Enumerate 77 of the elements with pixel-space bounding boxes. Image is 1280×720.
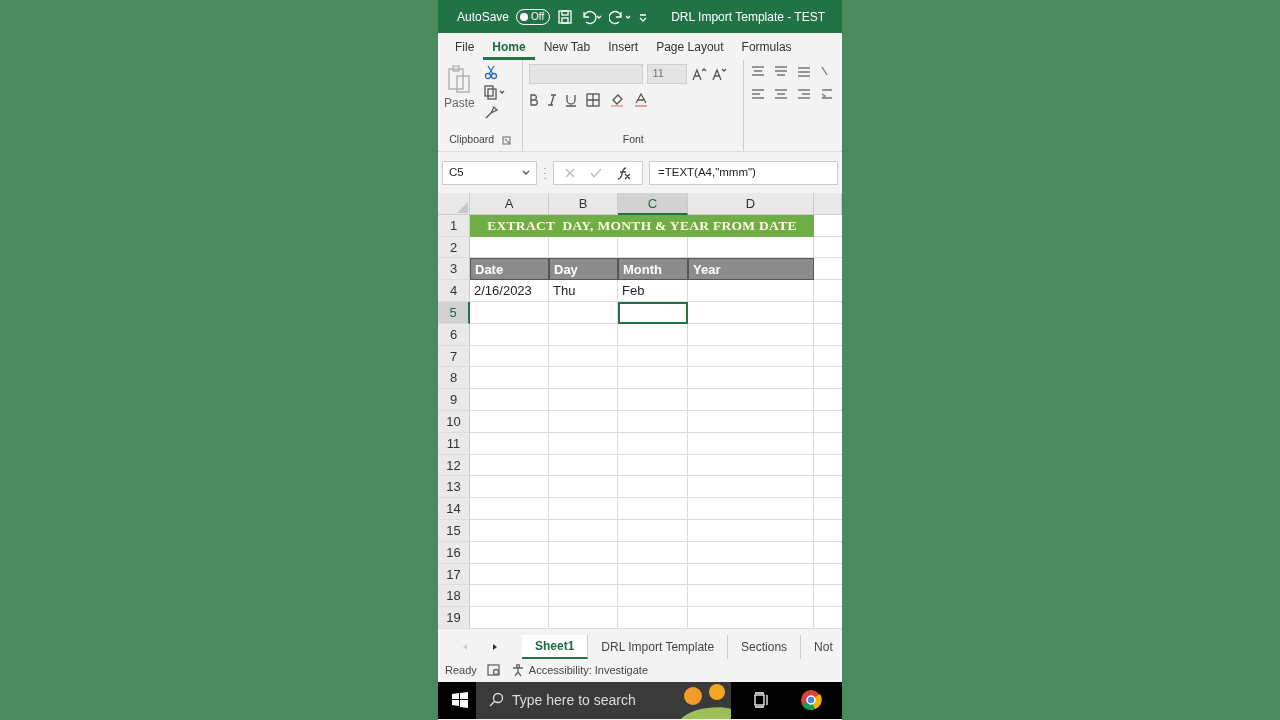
column-header[interactable]: B [549,193,618,215]
font-color-icon[interactable] [633,92,650,108]
row-header[interactable]: 14 [438,498,470,520]
scissors-icon[interactable] [482,64,499,80]
italic-icon[interactable] [547,93,558,107]
ribbon-tab[interactable]: New Tab [534,33,600,60]
row-header[interactable]: 11 [438,432,470,455]
column-heading: Month [618,258,688,281]
sheet-tab[interactable]: DRL Import Template [588,634,729,659]
save-icon[interactable] [557,8,574,25]
undo-icon[interactable] [580,8,603,25]
row-header[interactable]: 17 [438,563,470,586]
row-header[interactable]: 15 [438,519,470,542]
paste-label[interactable]: Paste [444,94,475,112]
formula-field[interactable]: =TEXT(A4,"mmm") [649,161,838,185]
row-header[interactable]: 16 [438,541,470,564]
row-header[interactable]: 5 [438,302,470,324]
column-heading: Day [549,258,618,281]
row-header[interactable]: 10 [438,410,470,433]
row-header[interactable]: 3 [438,258,470,281]
group-label: Clipboard [449,132,495,148]
sheet-title: EXTRACT DAY, MONTH & YEAR FROM DATE [470,214,814,237]
column-header[interactable]: C [618,193,688,215]
sheet-tab[interactable]: Sections [728,634,802,659]
column-header[interactable]: D [688,193,814,215]
ribbon-tab[interactable]: Insert [599,33,648,60]
row-header[interactable]: 2 [438,236,470,259]
search-placeholder: Type here to search [512,690,636,710]
status-text: Ready [445,663,477,679]
column-heading: Year [688,258,814,281]
ribbon-tab[interactable]: File [446,33,484,60]
autosave-label: AutoSave [457,8,510,26]
grow-font-icon[interactable] [691,66,708,82]
row-header[interactable]: 7 [438,345,470,368]
row-header[interactable]: 13 [438,476,470,499]
accessibility-icon[interactable] [510,663,525,678]
row-header[interactable]: 9 [438,389,470,411]
borders-icon[interactable] [585,92,602,108]
sheet-tab[interactable]: Not [801,634,842,659]
scroll-right-icon[interactable] [492,642,498,651]
ribbon-tab[interactable]: Page Layout [647,33,733,60]
table-cell-text: 2/16/2023 [473,282,533,301]
active-cell[interactable] [618,302,688,324]
table-cell-text: Feb [621,282,646,301]
function-icon[interactable] [616,166,632,180]
bold-icon[interactable] [529,93,540,107]
accessibility-status[interactable]: Accessibility: Investigate [528,662,648,679]
search-icon [488,692,504,709]
row-header[interactable]: 18 [438,585,470,608]
group-label: Font [622,132,644,148]
taskbar-search-field[interactable]: Type here to search [476,681,731,719]
shrink-font-icon[interactable] [711,66,728,82]
column-header[interactable]: A [470,193,549,215]
row-header[interactable]: 12 [438,454,470,477]
table-cell-text: Thu [552,282,577,301]
windows-icon[interactable] [452,692,468,709]
row-header[interactable]: 8 [438,367,470,390]
name-box[interactable]: C5 [442,161,537,185]
task-view-icon[interactable] [753,692,771,709]
column-heading: Date [470,258,549,281]
window-title: DRL Import Template - TEST [671,8,826,26]
copy-icon[interactable] [482,84,507,100]
row-header[interactable]: 4 [438,280,470,302]
ribbon-tab[interactable]: Formulas [732,33,801,60]
row-header[interactable]: 1 [438,214,470,237]
font-size-field[interactable]: 11 [647,64,688,84]
browser-icon[interactable] [799,688,823,713]
sheet-tab[interactable]: Sheet1 [522,634,589,659]
fill-color-icon[interactable] [609,92,626,108]
macro-record-icon[interactable] [486,663,501,678]
font-name-field[interactable] [529,64,644,84]
row-header[interactable]: 19 [438,607,470,629]
launcher-icon[interactable] [502,135,512,145]
underline-icon[interactable] [565,93,578,107]
redo-icon[interactable] [609,8,632,25]
row-header[interactable]: 6 [438,323,470,346]
ribbon-tab[interactable]: Home [483,33,535,60]
